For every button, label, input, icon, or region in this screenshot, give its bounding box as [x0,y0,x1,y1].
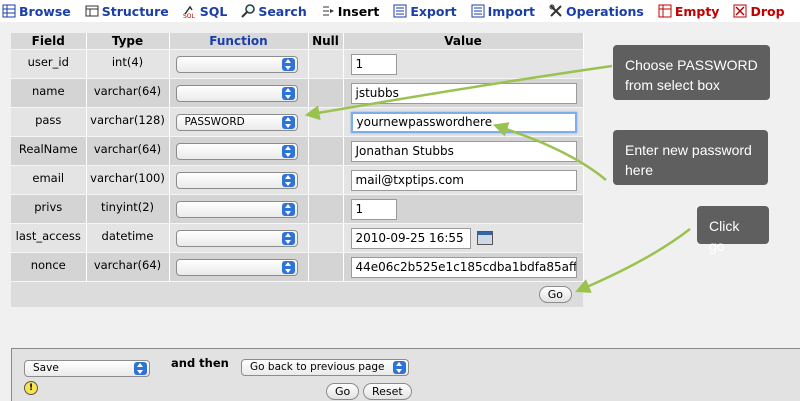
select-arrows-icon [393,361,406,374]
bottom-go-button[interactable]: Go [326,383,360,400]
after-action-select-value: Go back to previous page [250,361,385,373]
callout-click-go: Click go [697,206,769,254]
select-arrows-icon [134,362,147,375]
reset-button[interactable]: Reset [363,383,412,400]
after-action-select[interactable]: Go back to previous page [241,359,409,376]
and-then-label: and then [171,356,229,370]
action-select[interactable]: Save [24,360,150,377]
arrow-to-go-button [575,228,691,293]
arrow-to-function-select [304,64,613,121]
save-options-bar: Save and then Go back to previous page !… [11,348,800,401]
lightbulb-icon: ! [24,381,38,395]
action-select-value: Save [33,362,59,374]
callout-choose-password: Choose PASSWORD from select box [613,45,770,100]
arrow-to-password-input [492,122,607,181]
callout-enter-password: Enter new password here [613,130,768,185]
